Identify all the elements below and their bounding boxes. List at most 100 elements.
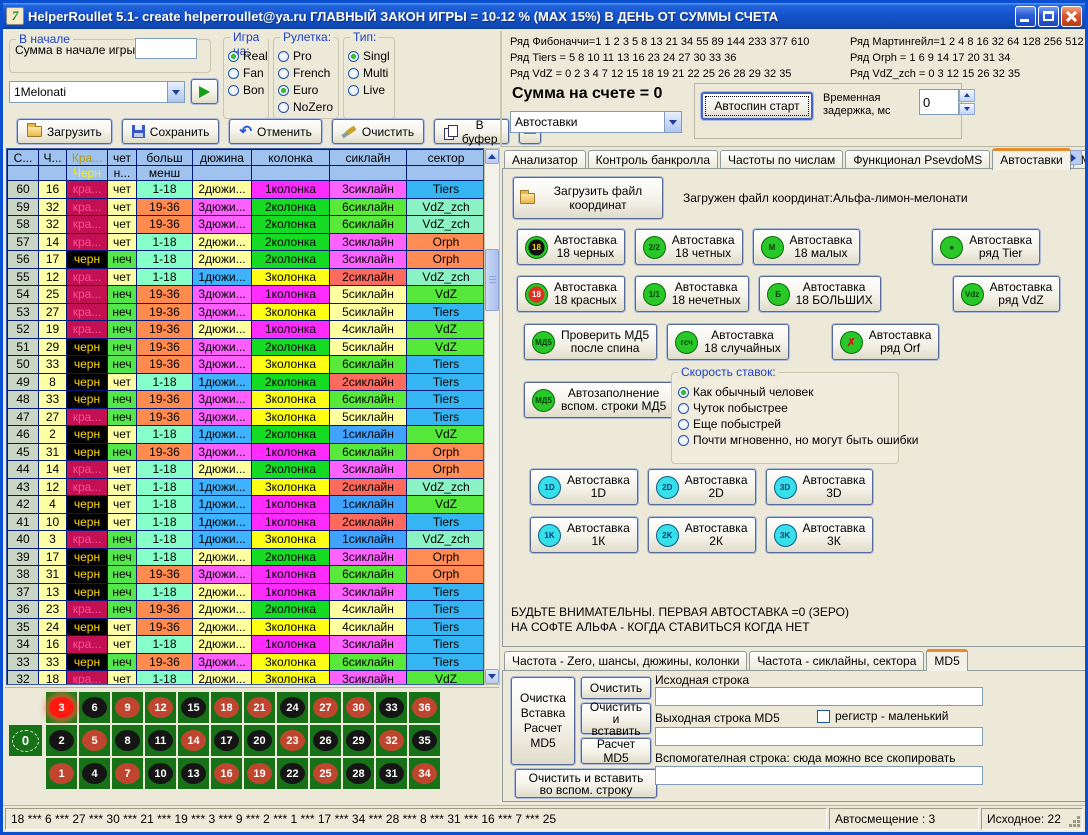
table-row[interactable]: 3831черн неч19-363дюжи... 1колонка6сикла…	[8, 566, 485, 584]
radio-option[interactable]: Live	[348, 83, 390, 97]
board-cell[interactable]: 35	[409, 725, 440, 756]
save-button[interactable]: Сохранить	[122, 119, 220, 144]
board-cell[interactable]: 17	[211, 725, 242, 756]
table-row[interactable]: 5425кра... неч19-363дюжи... 1колонка5сик…	[8, 286, 485, 304]
table-row[interactable]: 6016кра... чет1-182дюжи... 1колонка3сикл…	[8, 181, 485, 199]
table-row[interactable]: 4110черн чет1-181дюжи... 1колонка2сиклай…	[8, 513, 485, 531]
board-cell[interactable]: 9	[112, 692, 143, 723]
tab[interactable]: MD5	[926, 649, 967, 671]
table-row[interactable]: 462черн чет1-181дюжи... 2колонка1сиклайн…	[8, 426, 485, 444]
maximize-button[interactable]	[1038, 6, 1059, 27]
md5-clear-insert-aux-button[interactable]: Очистить и вставить во вспом. строку	[515, 769, 657, 798]
copy-buffer-button[interactable]: В буфер	[434, 119, 509, 144]
output-string-input[interactable]	[655, 727, 983, 746]
table-row[interactable]: 3917черн неч1-182дюжи... 2колонка3сиклай…	[8, 548, 485, 566]
scroll-thumb[interactable]	[485, 249, 499, 311]
board-cell[interactable]: 19	[244, 758, 275, 789]
radio-option[interactable]: Pro	[278, 49, 334, 63]
title-bar[interactable]: 7 HelperRoullet 5.1- create helperroulle…	[3, 3, 1085, 29]
tab[interactable]: Частота - Zero, шансы, дюжины, колонки	[504, 651, 747, 670]
spinner-up-button[interactable]	[959, 89, 975, 102]
tab[interactable]: Функционал PsevdoMS	[845, 150, 990, 169]
table-row[interactable]: 4727кра... неч19-363дюжи... 3колонка5сик…	[8, 408, 485, 426]
column-header[interactable]: С...	[8, 150, 39, 166]
tab[interactable]: Автоставки	[992, 148, 1071, 170]
board-cell[interactable]: 23	[277, 725, 308, 756]
radio-option[interactable]: NoZero	[278, 100, 334, 114]
table-row[interactable]: 5219кра... неч19-362дюжи... 1колонка4сик…	[8, 321, 485, 339]
start-sum-input[interactable]	[135, 38, 197, 59]
board-cell[interactable]: 15	[178, 692, 209, 723]
column-header[interactable]	[193, 166, 252, 181]
start-button[interactable]	[191, 79, 218, 104]
autobet-button[interactable]: 1DАвтоставка1D	[530, 469, 638, 505]
md5-clear-insert-calc-button[interactable]: Очистка Вставка Расчет MD5	[511, 677, 575, 765]
table-row[interactable]: 5512кра... чет1-181дюжи... 3колонка2сикл…	[8, 268, 485, 286]
board-cell[interactable]: 21	[244, 692, 275, 723]
spinner-down-button[interactable]	[959, 103, 975, 116]
column-header[interactable]: менш	[137, 166, 193, 181]
table-row[interactable]: 5714кра... чет1-182дюжи... 2колонка3сикл…	[8, 233, 485, 251]
autobet-button[interactable]: 18Автоставка18 черных	[517, 229, 625, 265]
table-row[interactable]: 5932кра... чет19-363дюжи... 2колонка6сик…	[8, 198, 485, 216]
board-cell[interactable]: 32	[376, 725, 407, 756]
board-cell[interactable]: 27	[310, 692, 341, 723]
table-row[interactable]: 403кра... неч1-181дюжи... 3колонка1сикла…	[8, 531, 485, 549]
radio-option[interactable]: Real	[228, 49, 264, 63]
radio-option[interactable]: Почти мгновенно, но могут быть ошибки	[678, 433, 892, 447]
board-cell[interactable]: 25	[310, 758, 341, 789]
table-row[interactable]: 3416кра... чет1-182дюжи... 1колонка3сикл…	[8, 636, 485, 654]
table-row[interactable]: 5033черн неч19-363дюжи... 3колонка6сикла…	[8, 356, 485, 374]
radio-option[interactable]: Singl	[348, 49, 390, 63]
column-header[interactable]: сектор	[407, 150, 485, 166]
board-cell[interactable]: 20	[244, 725, 275, 756]
table-row[interactable]: 5617черн неч1-182дюжи... 2колонка3сиклай…	[8, 251, 485, 269]
autobet-button[interactable]: 3KАвтоставка3К	[766, 517, 874, 553]
column-header[interactable]: Черн	[67, 166, 108, 181]
md5-clear-insert-button[interactable]: Очистить и вставить	[581, 703, 651, 734]
table-row[interactable]: 4312кра... чет1-181дюжи... 3колонка2сикл…	[8, 478, 485, 496]
case-checkbox[interactable]	[817, 710, 830, 723]
source-string-input[interactable]	[655, 687, 983, 706]
scroll-up-button[interactable]	[485, 149, 499, 164]
board-cell[interactable]: 13	[178, 758, 209, 789]
column-header[interactable]	[252, 166, 330, 181]
scroll-down-button[interactable]	[485, 669, 499, 684]
board-cell[interactable]: 33	[376, 692, 407, 723]
autobet-button[interactable]: МД5Автозаполнениевспом. строки МД5	[524, 382, 674, 418]
table-row[interactable]: 3218кра... чет1-182дюжи... 3колонка3сикл…	[8, 671, 485, 686]
board-cell[interactable]: 26	[310, 725, 341, 756]
autobet-button[interactable]: БАвтоставка18 БОЛЬШИХ	[759, 276, 881, 312]
dropdown-arrow-icon[interactable]	[664, 112, 681, 132]
autospin-start-button[interactable]: Автоспин старт	[701, 92, 813, 120]
load-button[interactable]: Загрузить	[17, 119, 112, 144]
board-cell[interactable]: 36	[409, 692, 440, 723]
column-header[interactable]: Кра...	[67, 150, 108, 166]
board-cell[interactable]: 8	[112, 725, 143, 756]
column-header[interactable]: больш	[137, 150, 193, 166]
md5-calc-button[interactable]: Расчет MD5	[581, 738, 651, 764]
close-button[interactable]	[1061, 6, 1082, 27]
radio-option[interactable]: Bon	[228, 83, 264, 97]
board-cell[interactable]: 6	[79, 692, 110, 723]
load-coords-button[interactable]: Загрузить файл координат	[513, 177, 663, 219]
table-scrollbar[interactable]	[484, 148, 500, 685]
table-row[interactable]: 5327кра... неч19-363дюжи... 3колонка5сик…	[8, 303, 485, 321]
table-row[interactable]: 4414кра... чет1-182дюжи... 2колонка3сикл…	[8, 461, 485, 479]
table-row[interactable]: 498черн чет1-181дюжи... 2колонка2сиклайн…	[8, 373, 485, 391]
autobets-select[interactable]: Автоставки	[510, 111, 682, 133]
radio-option[interactable]: Как обычный человек	[678, 385, 892, 399]
board-cell[interactable]: 3	[46, 692, 77, 723]
board-cell[interactable]: 29	[343, 725, 374, 756]
board-cell[interactable]: 2	[46, 725, 77, 756]
board-cell[interactable]: 31	[376, 758, 407, 789]
autobet-button[interactable]: 18Автоставка18 красных	[517, 276, 625, 312]
autobet-button[interactable]: VdzАвтоставкаряд VdZ	[953, 276, 1061, 312]
autobet-button[interactable]: гсчАвтоставка18 случайных	[667, 324, 789, 360]
column-header[interactable]: чет	[108, 150, 137, 166]
minimize-button[interactable]	[1015, 6, 1036, 27]
column-header[interactable]: н...	[108, 166, 137, 181]
radio-option[interactable]: Euro	[278, 83, 334, 97]
undo-button[interactable]: ↶Отменить	[229, 119, 321, 144]
delay-spinner-input[interactable]	[919, 89, 959, 115]
